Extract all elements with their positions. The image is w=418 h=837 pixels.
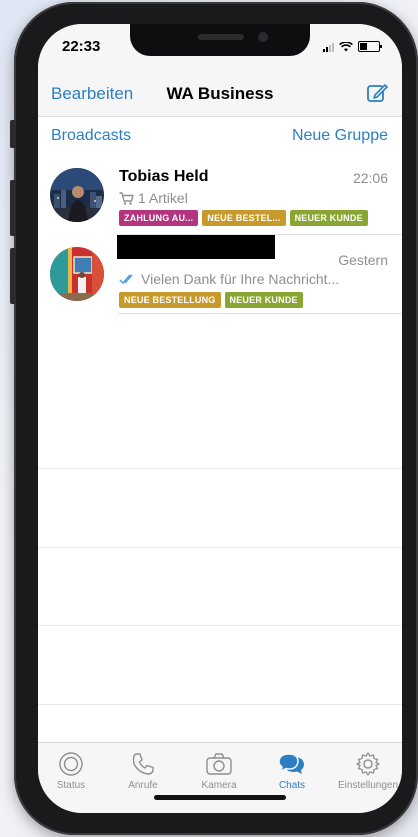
divider (118, 313, 402, 314)
tab-label: Anrufe (128, 780, 158, 791)
divider (38, 625, 402, 626)
links-bar: Broadcasts Neue Gruppe (38, 116, 402, 156)
tab-bar: Status Anrufe Kamera Chats Einstellungen (38, 742, 402, 813)
notch (130, 24, 310, 56)
label-badge: NEUER KUNDE (289, 210, 368, 226)
tab-label: Status (56, 780, 86, 791)
tab-label: Einstellungen (337, 780, 399, 791)
compose-icon[interactable] (366, 82, 388, 104)
status-icons (323, 41, 382, 52)
label-badge: ZAHLUNG AU... (119, 210, 199, 226)
status-icon (59, 752, 83, 776)
divider (38, 468, 402, 469)
tab-label: Kamera (201, 780, 237, 791)
chat-time: Gestern (338, 252, 388, 268)
tab-camera[interactable]: Kamera (183, 751, 255, 791)
chat-name: Tobias Held (119, 168, 209, 185)
tab-calls[interactable]: Anrufe (107, 751, 179, 791)
chats-icon (278, 753, 304, 774)
tab-status[interactable]: Status (38, 751, 107, 791)
tab-chats[interactable]: Chats (256, 751, 328, 791)
screen: 22:33 Bearbeiten WA Business Broadcasts … (38, 24, 402, 813)
new-group-link[interactable]: Neue Gruppe (292, 127, 388, 145)
wifi-icon (339, 41, 353, 51)
chat-row[interactable]: Tobias Held 22:06 1 Artikel ZAHLUNG AU..… (38, 156, 402, 235)
label-badge: NEUER KUNDE (224, 292, 303, 308)
volume-up-button (10, 180, 16, 236)
phone-icon (132, 753, 154, 775)
avatar (50, 247, 104, 301)
avatar (50, 168, 104, 222)
chat-labels: ZAHLUNG AU... NEUE BESTEL... NEUER KUNDE (119, 210, 368, 226)
chat-labels: NEUE BESTELLUNG NEUER KUNDE (119, 292, 303, 308)
mute-switch (10, 120, 16, 148)
signal-icon (323, 42, 334, 52)
cart-icon (119, 191, 134, 205)
broadcasts-link[interactable]: Broadcasts (51, 127, 131, 145)
label-badge: NEUE BESTEL... (202, 210, 286, 226)
tab-settings[interactable]: Einstellungen (332, 751, 402, 791)
divider (38, 547, 402, 548)
chat-row[interactable]: Gestern Vielen Dank für Ihre Nachricht..… (38, 235, 402, 314)
tab-label: Chats (278, 780, 306, 791)
volume-down-button (10, 248, 16, 304)
chat-preview-text: Vielen Dank für Ihre Nachricht... (141, 271, 340, 287)
chat-preview: Vielen Dank für Ihre Nachricht... (119, 271, 339, 287)
battery-icon (358, 41, 382, 52)
home-indicator[interactable] (154, 795, 286, 800)
label-badge: NEUE BESTELLUNG (119, 292, 221, 308)
redacted-name (117, 235, 275, 259)
divider (38, 704, 402, 705)
camera-icon (206, 753, 232, 775)
chat-time: 22:06 (352, 170, 388, 186)
chat-preview-text: 1 Artikel (138, 190, 188, 206)
chat-preview: 1 Artikel (119, 190, 188, 206)
edit-button[interactable]: Bearbeiten (51, 84, 133, 104)
gear-icon (356, 752, 380, 776)
double-check-icon (119, 274, 133, 285)
status-time: 22:33 (62, 38, 101, 55)
